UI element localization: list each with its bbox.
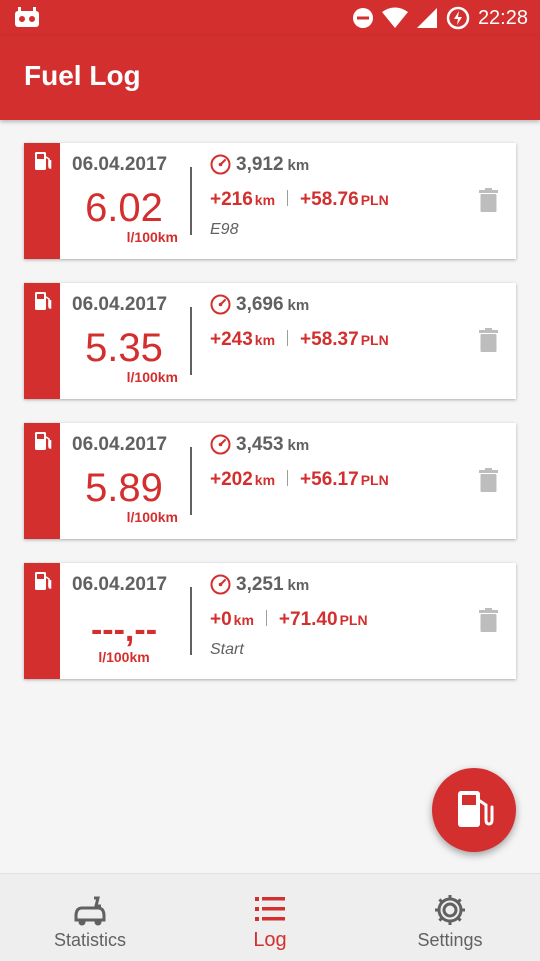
distance-unit: km: [254, 192, 276, 208]
status-bar: 22:28: [0, 0, 540, 36]
nav-label-statistics: Statistics: [53, 930, 127, 950]
odometer-value: 3,912: [236, 154, 284, 175]
consumption-unit: l/100km: [126, 369, 178, 385]
divider: [190, 307, 192, 375]
cost-value: +71.40: [278, 609, 338, 630]
cell-signal-icon: [416, 8, 437, 28]
odometer: 3,251 km: [236, 574, 309, 596]
delete-icon[interactable]: [479, 608, 498, 632]
entry-note: E98: [210, 221, 239, 238]
cost-unit: PLN: [339, 612, 368, 628]
odometer-value: 3,251: [236, 574, 284, 595]
notification-app-icon: [15, 7, 39, 27]
card-accent-stripe: [24, 563, 60, 679]
speedometer-icon: [210, 434, 231, 455]
distance-unit: km: [254, 332, 276, 348]
divider: [190, 447, 192, 515]
delete-icon[interactable]: [479, 188, 498, 212]
odometer: 3,912 km: [236, 154, 309, 176]
divider: [190, 167, 192, 235]
bottom-navigation: Statistics Log Settings: [0, 873, 540, 961]
distance-value: +243: [210, 329, 253, 350]
do-not-disturb-icon: [352, 8, 373, 28]
delete-icon[interactable]: [479, 468, 498, 492]
fuel-entry-card[interactable]: 06.04.2017 ---,-- l/100km 3,251 km +0 km +7…: [24, 563, 516, 679]
add-refuel-button[interactable]: [432, 768, 516, 852]
entry-stats: +0 km +71.40 PLN: [210, 609, 368, 631]
fuel-pump-icon: [35, 572, 52, 590]
consumption-unit: l/100km: [126, 229, 178, 245]
odometer-unit: km: [287, 577, 310, 594]
fuel-entry-card[interactable]: 06.04.2017 5.35 l/100km 3,696 km +243 km +5…: [24, 283, 516, 399]
entry-stats: +202 km +56.17 PLN: [210, 469, 389, 491]
card-accent-stripe: [24, 423, 60, 539]
entry-stats: +216 km +58.76 PLN: [210, 189, 389, 211]
speedometer-icon: [210, 154, 231, 175]
status-time: 22:28: [477, 6, 528, 29]
entry-note: Start: [210, 641, 244, 658]
fuel-consumption: 5.89: [85, 466, 163, 510]
entry-date: 06.04.2017: [72, 154, 168, 175]
stats-separator: [265, 610, 267, 626]
fuel-pump-icon: [458, 791, 494, 827]
odometer: 3,453 km: [236, 434, 309, 456]
distance-unit: km: [254, 472, 276, 488]
cost-value: +56.17: [300, 469, 359, 490]
distance-value: +216: [210, 189, 253, 210]
card-accent-stripe: [24, 283, 60, 399]
cost-value: +58.76: [300, 189, 359, 210]
cost-unit: PLN: [360, 192, 389, 208]
gear-icon: [435, 895, 465, 925]
nav-item-log[interactable]: Log: [180, 874, 360, 961]
delete-icon[interactable]: [479, 328, 498, 352]
entry-date: 06.04.2017: [72, 574, 168, 595]
fuel-entry-card[interactable]: 06.04.2017 6.02 l/100km 3,912 km +216 km +5…: [24, 143, 516, 259]
odometer-unit: km: [287, 437, 310, 454]
distance-unit: km: [233, 612, 254, 628]
odometer-unit: km: [287, 157, 310, 174]
speedometer-icon: [210, 574, 231, 595]
fuel-log-list: 06.04.2017 6.02 l/100km 3,912 km +216 km +5…: [24, 143, 516, 703]
consumption-unit: l/100km: [126, 509, 178, 525]
speedometer-icon: [210, 294, 231, 315]
odometer-value: 3,453: [236, 434, 284, 455]
wifi-icon: [381, 7, 408, 28]
fuel-consumption: 6.02: [85, 186, 163, 230]
nav-label-log: Log: [253, 929, 287, 951]
battery-charging-icon: [446, 6, 470, 30]
nav-label-settings: Settings: [417, 930, 483, 950]
fuel-pump-icon: [35, 432, 52, 450]
list-icon: [255, 897, 285, 921]
entry-stats: +243 km +58.37 PLN: [210, 329, 389, 351]
fuel-pump-icon: [35, 152, 52, 170]
card-accent-stripe: [24, 143, 60, 259]
fuel-entry-card[interactable]: 06.04.2017 5.89 l/100km 3,453 km +202 km +5…: [24, 423, 516, 539]
nav-item-settings[interactable]: Settings: [360, 874, 540, 961]
cost-value: +58.37: [300, 329, 359, 350]
divider: [190, 587, 192, 655]
cost-unit: PLN: [360, 472, 389, 488]
fuel-consumption: 5.35: [85, 326, 163, 370]
page-title: Fuel Log: [24, 60, 141, 91]
entry-date: 06.04.2017: [72, 434, 168, 455]
consumption-unit: l/100km: [98, 649, 150, 665]
fuel-pump-icon: [35, 292, 52, 310]
fuel-consumption: ---,--: [90, 611, 158, 649]
car-stats-icon: [74, 896, 106, 926]
entry-date: 06.04.2017: [72, 294, 168, 315]
cost-unit: PLN: [360, 332, 389, 348]
nav-item-statistics[interactable]: Statistics: [0, 874, 180, 961]
stats-separator: [287, 190, 289, 206]
stats-separator: [287, 330, 289, 346]
odometer: 3,696 km: [236, 294, 309, 316]
app-bar: Fuel Log: [0, 36, 540, 120]
distance-value: +202: [210, 469, 253, 490]
odometer-unit: km: [287, 297, 310, 314]
odometer-value: 3,696: [236, 294, 284, 315]
distance-value: +0: [210, 609, 232, 630]
stats-separator: [287, 470, 289, 486]
